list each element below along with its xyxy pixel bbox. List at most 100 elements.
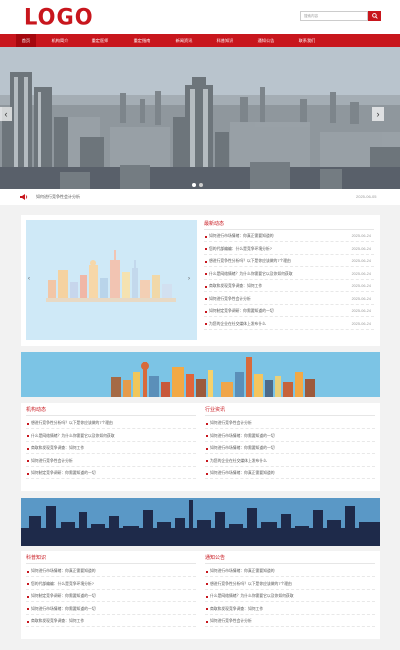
city-illustration-graphic — [26, 220, 197, 340]
list-item[interactable]: 如何进行市场情绪：你需要知道的一切 — [205, 431, 375, 442]
list-item-title[interactable]: 想进行竞争性分析吗？以下是你应该做的7个理由 — [210, 582, 292, 587]
science-title[interactable]: 科普知识 — [26, 555, 46, 562]
list-item[interactable]: 为您的企业在社交媒体上发布什么 2025-06-24 — [204, 319, 374, 330]
list-item-title[interactable]: 想进行竞争性分析吗？以下是你应该做的7个理由 — [209, 259, 291, 264]
nav-contact[interactable]: 联系我们 — [295, 34, 319, 47]
banner-dot[interactable] — [199, 183, 203, 187]
list-item-title[interactable]: 什么是网络情绪？为什么你需要它以及你如何获取 — [31, 434, 115, 439]
list-item[interactable]: 如何进行市场情绪：你需要知道的一切 — [26, 604, 196, 615]
slide-prev-button[interactable]: ‹ — [28, 276, 30, 282]
list-item[interactable]: 如何制定竞争调研：你需要知道的一切 2025-06-24 — [204, 306, 374, 317]
list-item[interactable]: 商取和发现竞争调查：如何工作 — [26, 443, 196, 454]
site-logo[interactable]: LOGO — [24, 5, 94, 28]
list-item[interactable]: 如何进行竞争性会计分析 — [26, 456, 196, 467]
org-news-title[interactable]: 机构动态 — [26, 407, 46, 414]
list-item-title[interactable]: 如何进行竞争性会计分析 — [31, 459, 73, 464]
bullet-icon — [206, 583, 208, 585]
list-item-title[interactable]: 什么是网络情绪？为什么你需要它以及你如何获取 — [210, 594, 294, 599]
announce-title[interactable]: 通知公告 — [205, 555, 225, 562]
list-item-date: 2025-06-24 — [351, 284, 371, 288]
list-item-title[interactable]: 为您的企业在社交媒体上发布什么 — [210, 459, 267, 464]
list-item[interactable]: 什么是网络情绪？为什么你需要它以及你如何获取 — [205, 591, 375, 602]
bullet-icon — [205, 285, 207, 288]
list-item-title[interactable]: 如何制定竞争调研：你需要知道的一切 — [209, 309, 274, 314]
list-item[interactable]: 如何进行竞争性会计分析 2025-06-24 — [204, 294, 374, 305]
list-item-title[interactable]: 如何进行市场情绪：你需要知道的一切 — [210, 446, 275, 451]
list-item[interactable]: 如何进行市场情绪：你真正需要知道的 — [205, 468, 375, 479]
nav-about[interactable]: 机构简介 — [48, 34, 72, 47]
list-item-title[interactable]: 您的代部编编：什么是竞争环境分析? — [209, 247, 272, 252]
slide-next-button[interactable]: › — [188, 276, 190, 282]
city-skyline-photo — [0, 47, 400, 189]
list-item[interactable]: 如何进行市场情绪：你需要知道的一切 — [205, 443, 375, 454]
list-item-title[interactable]: 如何制定竞争调研：你需要知道的一切 — [31, 594, 96, 599]
bullet-icon — [205, 298, 207, 300]
bullet-icon — [206, 608, 208, 610]
nav-doctors[interactable]: 重定医师 — [88, 34, 112, 47]
list-item[interactable]: 如何进行市场情绪：你真正需要知道的 2025-06-24 — [204, 231, 374, 242]
list-item-title[interactable]: 如何进行市场情绪：你真正需要知道的 — [210, 569, 275, 574]
list-item-title[interactable]: 如何进行市场情绪：你需要知道的一切 — [31, 607, 96, 612]
list-item-title[interactable]: 如何进行市场情绪：你真正需要知道的 — [210, 471, 275, 476]
banner-dot-active[interactable] — [192, 183, 196, 187]
list-item-title[interactable]: 商取和发现竞争调查：如何工作 — [209, 284, 262, 289]
list-item-title[interactable]: 如何进行市场情绪：你需要知道的一切 — [210, 434, 275, 439]
search-input[interactable]: 搜索内容 — [300, 11, 368, 21]
nav-science[interactable]: 科普知识 — [213, 34, 237, 47]
list-item-title[interactable]: 如何进行市场情绪：你真正需要知道的 — [31, 569, 96, 574]
list-item[interactable]: 如何进行竞争性会计分析 — [205, 616, 375, 627]
nav-notice[interactable]: 通知公告 — [254, 34, 278, 47]
list-item-title[interactable]: 如何进行竞争性会计分析 — [210, 619, 252, 624]
banner-next-button[interactable]: › — [372, 107, 384, 121]
list-item-title[interactable]: 什么是网络情绪？为什么你需要它以及你如何获取 — [209, 272, 293, 277]
bullet-icon — [27, 460, 29, 462]
list-item[interactable]: 想进行竞争性分析吗？以下是你应该做的7个理由 2025-06-24 — [204, 256, 374, 267]
bullet-icon — [27, 583, 29, 585]
list-item-date: 2025-06-24 — [351, 271, 371, 276]
divider — [205, 415, 375, 416]
list-item[interactable]: 为您的企业在社交媒体上发布什么 — [205, 456, 375, 467]
list-item[interactable]: 想进行竞争性分析吗？以下是你应该做的7个理由 — [205, 579, 375, 590]
list-item[interactable]: 如何进行市场情绪：你真正需要知道的 — [26, 566, 196, 577]
list-item-date: 2025-06-24 — [351, 321, 371, 326]
list-item[interactable]: 如何制定竞争调研：你需要知道的一切 — [26, 468, 196, 479]
list-item-title[interactable]: 如何进行竞争性会计分析 — [209, 297, 251, 302]
bullet-icon — [206, 595, 208, 598]
list-item[interactable]: 什么是网络情绪？为什么你需要它以及你如何获取 2025-06-24 — [204, 269, 374, 280]
list-item[interactable]: 如何制定竞争调研：你需要知道的一切 — [26, 591, 196, 602]
chevron-right-icon: › — [188, 276, 190, 282]
divider — [205, 563, 375, 564]
list-item[interactable]: 如何进行市场情绪：你真正需要知道的 — [205, 566, 375, 577]
list-item[interactable]: 如何进行竞争性会计分析 — [205, 418, 375, 429]
list-item[interactable]: 想进行竞争性分析吗？以下是你应该做的7个理由 — [26, 418, 196, 429]
list-item[interactable]: 您的代部编编：什么是竞争环境分析? — [26, 579, 196, 590]
notice-link[interactable]: 如何进行竞争性会计分析 — [36, 194, 80, 200]
list-item-title[interactable]: 如何制定竞争调研：你需要知道的一切 — [31, 471, 96, 476]
skyline-graphic — [21, 498, 380, 546]
list-item[interactable]: 商取和发现竞争调查：如何工作 2025-06-24 — [204, 281, 374, 292]
list-item-title[interactable]: 想进行竞争性分析吗？以下是你应该做的7个理由 — [31, 421, 113, 426]
list-item-title[interactable]: 商取和发现竞争调查：如何工作 — [210, 607, 263, 612]
list-item-date: 2025-06-24 — [351, 234, 371, 238]
skyline-banner-color — [21, 352, 380, 397]
skyline-banner-navy — [21, 498, 380, 546]
industry-title[interactable]: 行业资讯 — [205, 407, 225, 414]
list-item-title[interactable]: 如何进行市场情绪：你真正需要知道的 — [209, 234, 274, 239]
search-button[interactable] — [368, 11, 381, 21]
list-item[interactable]: 什么是网络情绪？为什么你需要它以及你如何获取 — [26, 431, 196, 442]
list-item-title[interactable]: 如何进行竞争性会计分析 — [210, 421, 252, 426]
search-icon — [371, 13, 378, 19]
list-item-title[interactable]: 商取和发现竞争调查：如何工作 — [31, 446, 84, 451]
nav-home[interactable]: 首页 — [16, 34, 36, 47]
list-item-title[interactable]: 商取和发现竞争调查：如何工作 — [31, 619, 84, 624]
list-item-title[interactable]: 为您的企业在社交媒体上发布什么 — [209, 322, 266, 327]
list-item[interactable]: 商取和发现竞争调查：如何工作 — [26, 616, 196, 627]
chevron-left-icon: ‹ — [4, 109, 8, 119]
bullet-icon — [27, 422, 29, 425]
list-item[interactable]: 商取和发现竞争调查：如何工作 — [205, 604, 375, 615]
list-item-title[interactable]: 您的代部编编：什么是竞争环境分析? — [31, 582, 94, 587]
list-item[interactable]: 您的代部编编：什么是竞争环境分析? 2025-06-24 — [204, 244, 374, 255]
nav-guide[interactable]: 重定指南 — [130, 34, 154, 47]
banner-prev-button[interactable]: ‹ — [0, 107, 12, 121]
nav-news[interactable]: 新闻资讯 — [172, 34, 196, 47]
